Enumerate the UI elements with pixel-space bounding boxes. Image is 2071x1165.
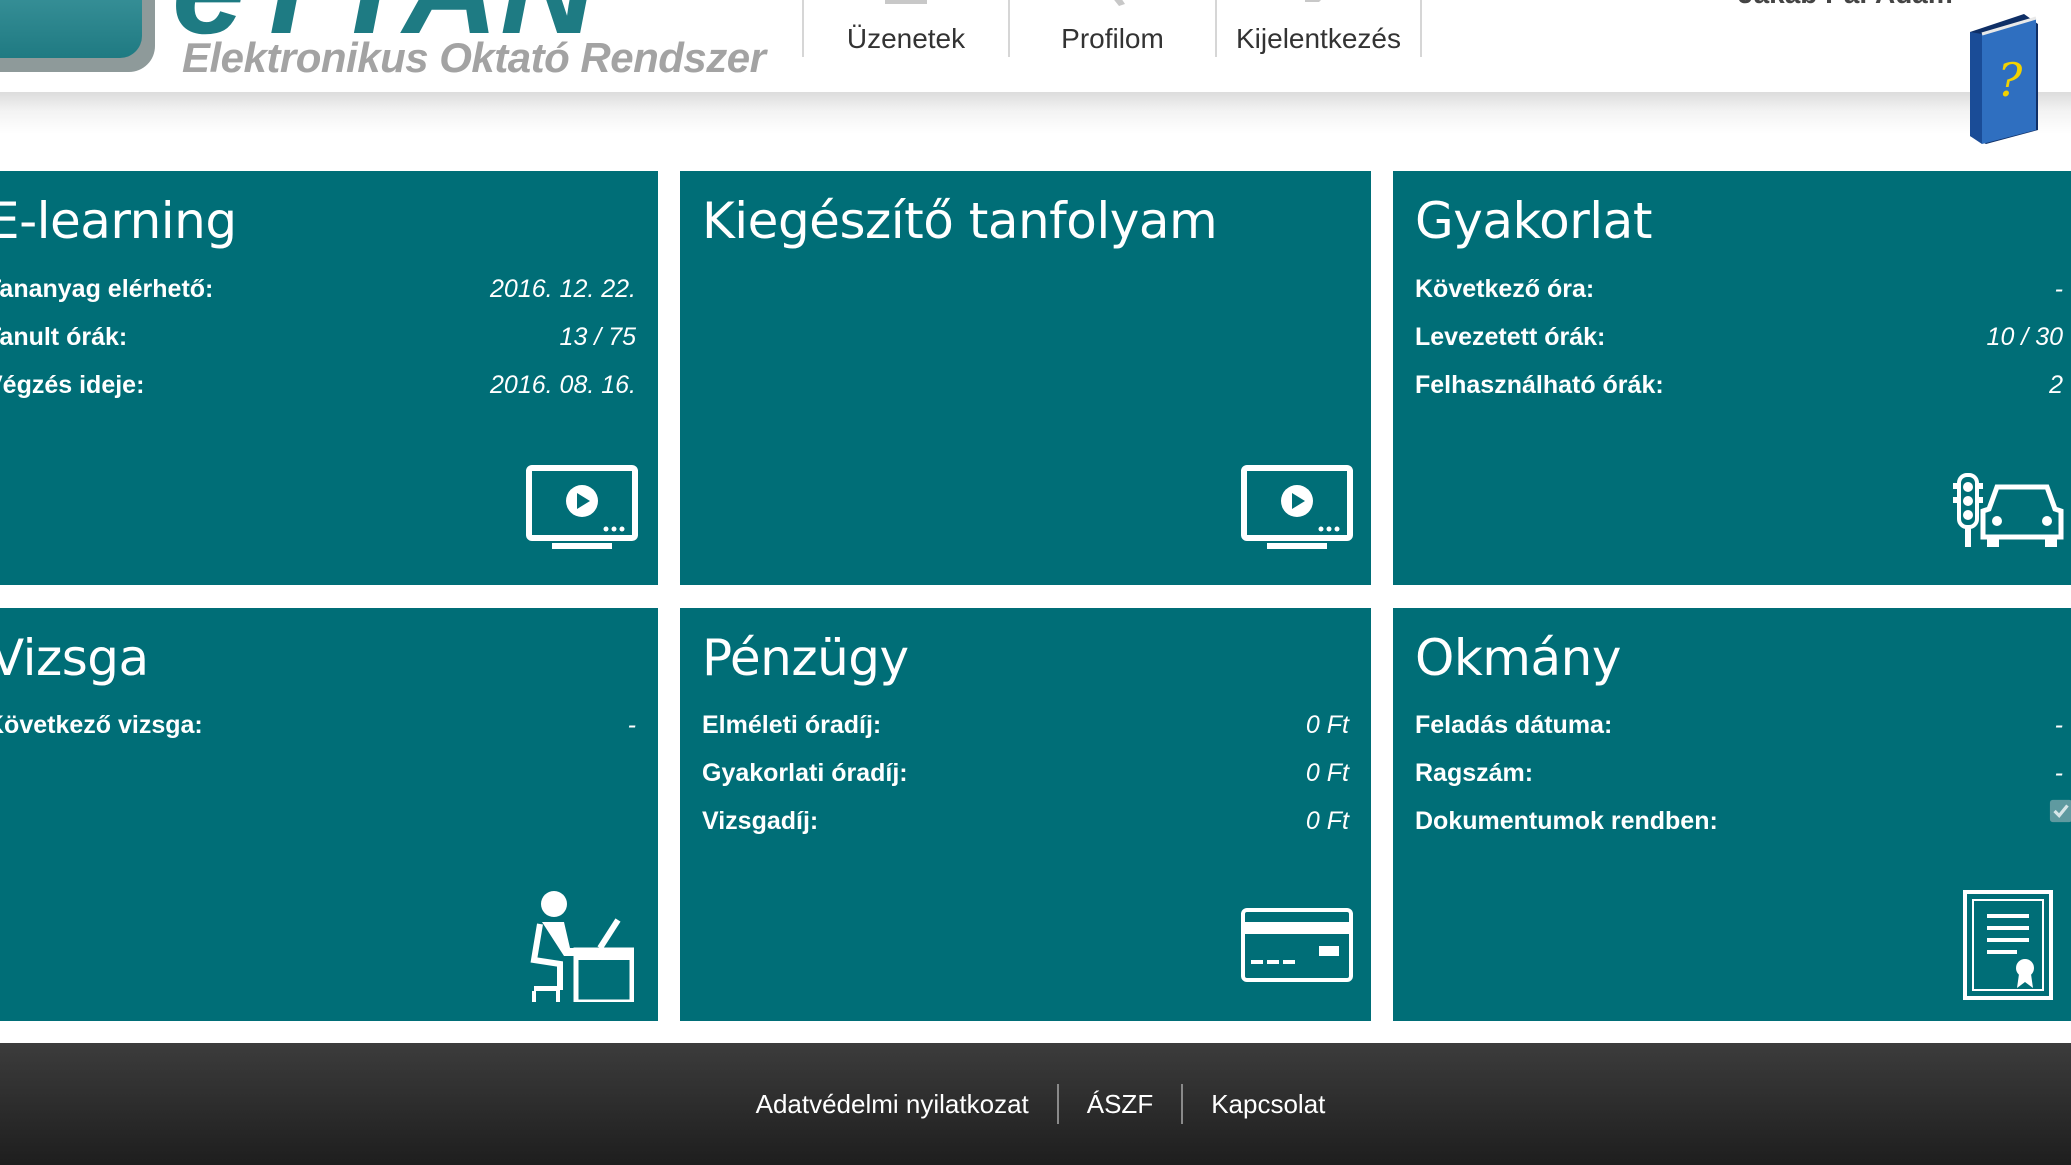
row-label: Vizsgadíj: [702, 807, 819, 835]
tile-row: Feladás dátuma: - [1415, 711, 2063, 745]
footer-link-terms[interactable]: ÁSZF [1059, 1089, 1181, 1120]
documents-ok-checkbox[interactable] [2049, 799, 2071, 823]
tile-finance[interactable]: Pénzügy Elméleti óradíj: 0 Ft Gyakorlati… [680, 608, 1371, 1021]
footer-link-contact[interactable]: Kapcsolat [1183, 1089, 1353, 1120]
tile-row: Végzés ideje: 2016. 08. 16. [0, 371, 636, 405]
nav-label: Profilom [1061, 23, 1164, 54]
tile-row: Gyakorlati óradíj: 0 Ft [702, 759, 1349, 793]
header: eTTAN Elektronikus Oktató Rendszer Üzene… [0, 0, 2071, 100]
person-at-desk-icon [530, 891, 634, 1002]
row-value: 2016. 12. 22. [490, 275, 636, 303]
traffic-light-car-icon [1953, 473, 2064, 547]
row-value: 13 / 75 [559, 323, 636, 351]
main-nav: Üzenetek Profilom Kijelentkezés [802, 0, 1422, 57]
footer: Adatvédelmi nyilatkozat ÁSZF Kapcsolat [0, 1043, 2071, 1165]
tile-row: Levezetett órák: 10 / 30 [1415, 323, 2063, 357]
tile-document[interactable]: Okmány Feladás dátuma: - Ragszám: - Doku… [1393, 608, 2071, 1021]
tile-row: Elméleti óradíj: 0 Ft [702, 711, 1349, 745]
nav-label: Kijelentkezés [1236, 23, 1401, 54]
nav-item-logout[interactable]: Kijelentkezés [1215, 0, 1422, 57]
footer-link-privacy[interactable]: Adatvédelmi nyilatkozat [728, 1089, 1057, 1120]
row-label: Végzés ideje: [0, 371, 145, 399]
row-label: Dokumentumok rendben: [1415, 807, 1718, 835]
user-name[interactable]: Jakab Pál Ádám [1738, 0, 1953, 10]
row-value: 0 Ft [1305, 759, 1349, 787]
tile-row: Felhasználható órák: 2 [1415, 371, 2063, 405]
nav-item-messages[interactable]: Üzenetek [802, 0, 1008, 57]
tile-row: Következő óra: - [1415, 275, 2063, 309]
row-label: Gyakorlati óradíj: [702, 759, 908, 787]
tile-row: Tanult órák: 13 / 75 [0, 323, 636, 357]
nav-label: Üzenetek [846, 23, 966, 54]
monitor-play-icon [1241, 465, 1353, 549]
tile-row: Ragszám: - [1415, 759, 2063, 793]
wrench-icon [1113, 0, 1125, 6]
certificate-icon [1963, 890, 2053, 1000]
row-label: Következő vizsga: [0, 711, 203, 739]
row-value: 2 [2049, 371, 2063, 399]
footer-links: Adatvédelmi nyilatkozat ÁSZF Kapcsolat [0, 1043, 2071, 1165]
tile-exam[interactable]: Vizsga Következő vizsga: - [0, 608, 658, 1021]
row-value: - [2054, 275, 2063, 303]
tile-elearning[interactable]: E-learning Tananyag elérhető: 2016. 12. … [0, 171, 658, 585]
tile-title: Pénzügy [702, 629, 909, 687]
row-value: 0 Ft [1305, 807, 1349, 835]
row-label: Következő óra: [1415, 275, 1595, 303]
tile-title: E-learning [0, 192, 237, 250]
row-label: Levezetett órák: [1415, 323, 1606, 351]
nav-item-profile[interactable]: Profilom [1008, 0, 1215, 57]
row-label: Elméleti óradíj: [702, 711, 882, 739]
monitor-play-icon [526, 465, 638, 549]
logo-badge[interactable] [0, 0, 155, 72]
svg-text:?: ? [1998, 53, 2023, 107]
tile-title: Gyakorlat [1415, 192, 1652, 250]
tile-row: Dokumentumok rendben: [1415, 799, 2071, 841]
row-value: 10 / 30 [1986, 323, 2063, 351]
tile-title: Vizsga [0, 629, 149, 687]
row-value: - [2054, 759, 2063, 787]
row-value: 0 Ft [1305, 711, 1349, 739]
help-book-icon[interactable]: ? [1964, 12, 2048, 144]
logo-badge-inner [0, 0, 142, 58]
row-label: Feladás dátuma: [1415, 711, 1613, 739]
row-value: - [627, 711, 636, 739]
row-label: Tananyag elérhető: [0, 275, 214, 303]
row-value: 2016. 08. 16. [490, 371, 636, 399]
row-label: Felhasználható órák: [1415, 371, 1664, 399]
tile-row: Tananyag elérhető: 2016. 12. 22. [0, 275, 636, 309]
tile-title: Kiegészítő tanfolyam [702, 192, 1218, 250]
logo-subtitle: Elektronikus Oktató Rendszer [182, 34, 766, 81]
tile-row: Következő vizsga: - [0, 711, 636, 745]
tile-row: Vizsgadíj: 0 Ft [702, 807, 1349, 841]
tile-supplementary-course[interactable]: Kiegészítő tanfolyam [680, 171, 1371, 585]
row-label: Ragszám: [1415, 759, 1534, 787]
row-value: - [2054, 711, 2063, 739]
logout-icon [1304, 0, 1321, 2]
tile-title: Okmány [1415, 629, 1621, 687]
row-label: Tanult órák: [0, 323, 128, 351]
tile-practice[interactable]: Gyakorlat Következő óra: - Levezetett ór… [1393, 171, 2071, 585]
credit-card-icon [1241, 908, 1353, 982]
envelope-icon [885, 0, 927, 4]
header-shadow [0, 92, 2071, 134]
